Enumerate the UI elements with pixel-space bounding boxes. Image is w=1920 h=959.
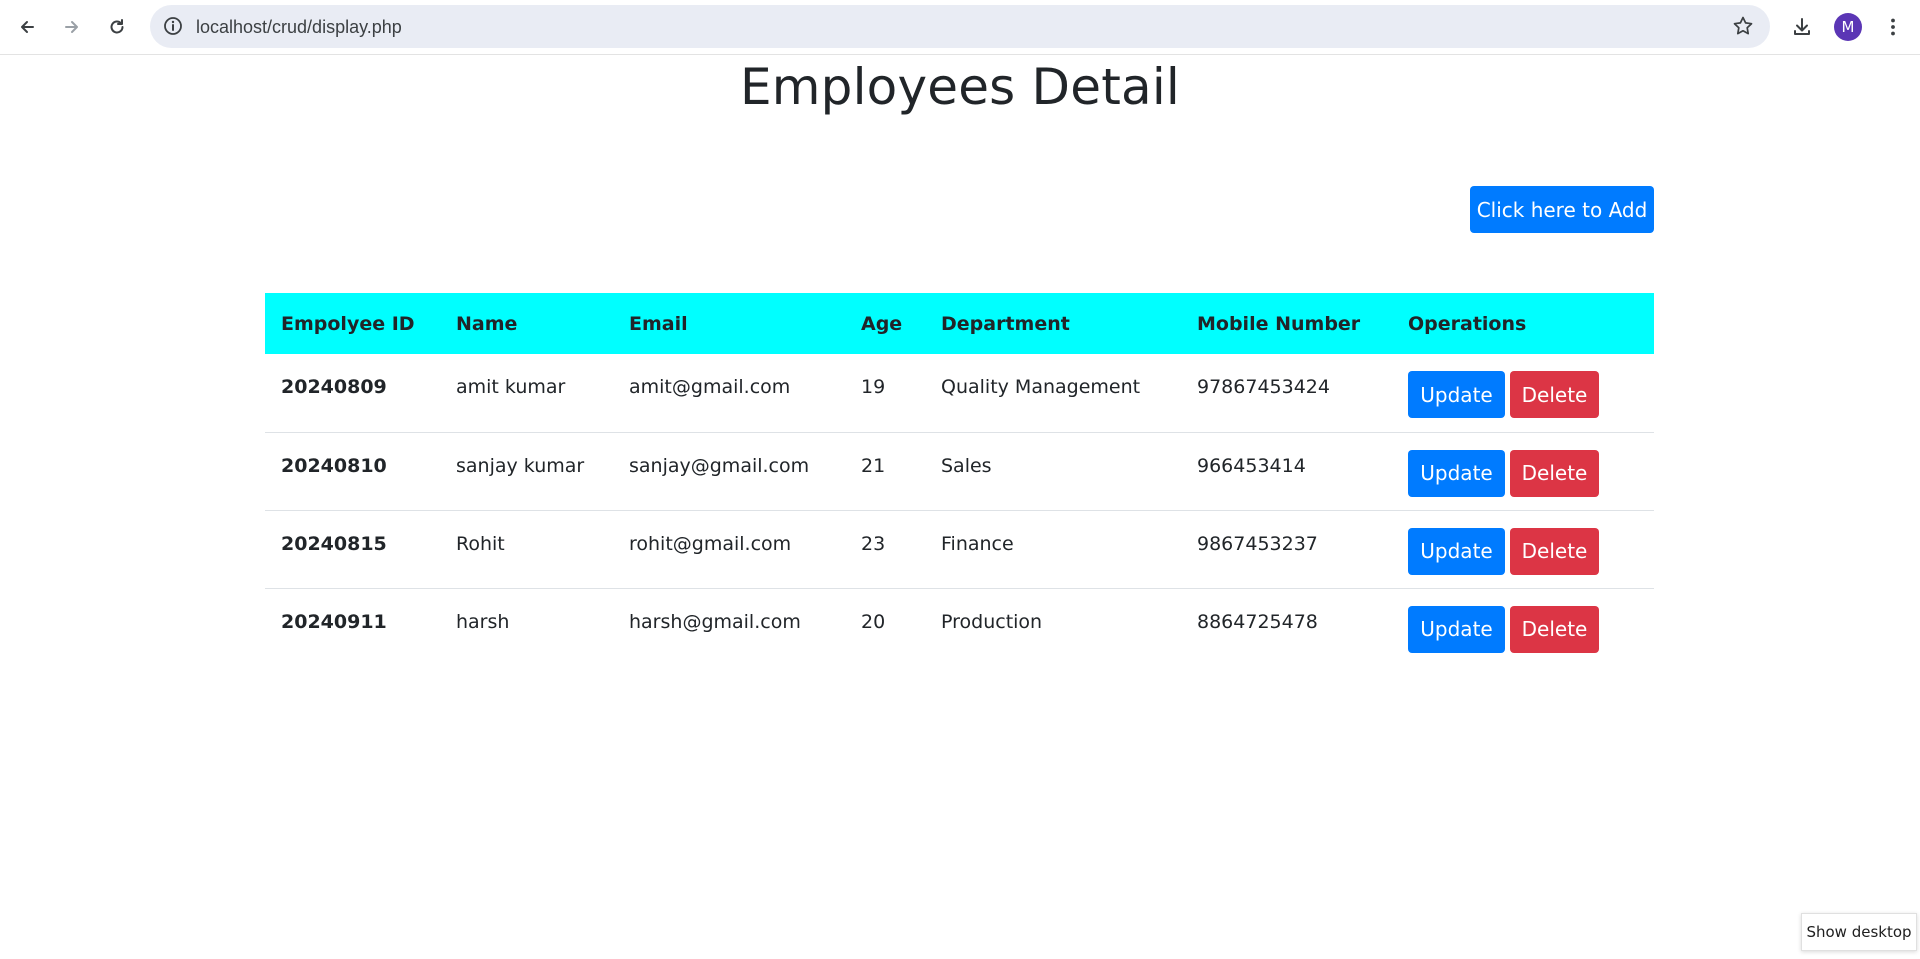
name-cell: sanjay kumar — [456, 454, 585, 477]
reload-button[interactable] — [99, 9, 135, 45]
age-cell: 21 — [861, 454, 886, 477]
employee-id-cell: 20240810 — [281, 454, 387, 477]
department-cell: Sales — [941, 454, 992, 477]
header-mobile-number: Mobile Number — [1197, 312, 1361, 335]
arrow-left-icon — [21, 21, 34, 33]
operations-cell: Update Delete — [1392, 510, 1654, 588]
age-cell: 20 — [861, 610, 886, 633]
header-name: Name — [456, 312, 518, 335]
add-employee-button[interactable]: Click here to Add — [1470, 186, 1654, 233]
info-icon[interactable] — [162, 15, 184, 37]
email-cell: rohit@gmail.com — [629, 532, 792, 555]
url-text[interactable]: localhost/crud/display.php — [196, 17, 402, 38]
back-button[interactable] — [9, 9, 45, 45]
table-row: 20240815 Rohit rohit@gmail.com 23 Financ… — [265, 510, 1654, 588]
operations-cell: Update Delete — [1392, 588, 1654, 666]
operations-cell: Update Delete — [1392, 432, 1654, 510]
update-button[interactable]: Update — [1408, 605, 1505, 653]
header-department: Department — [941, 312, 1070, 335]
age-cell: 19 — [861, 376, 886, 398]
mobile-cell: 8864725478 — [1197, 610, 1318, 633]
avatar[interactable]: M — [1834, 13, 1862, 41]
address-bar[interactable]: localhost/crud/display.php — [150, 5, 1770, 48]
page-title: Employees Detail — [739, 58, 1181, 116]
download-button[interactable] — [1787, 12, 1817, 42]
delete-button[interactable]: Delete — [1510, 527, 1599, 575]
reload-icon — [110, 19, 124, 34]
employees-table: Empolyee ID Name Email Age Department Mo… — [265, 293, 1654, 666]
kebab-menu-icon — [1891, 18, 1895, 36]
mobile-cell: 9867453237 — [1197, 532, 1318, 555]
email-cell: sanjay@gmail.com — [629, 454, 810, 477]
mobile-cell: 966453414 — [1197, 454, 1306, 477]
menu-button[interactable] — [1878, 12, 1908, 42]
header-operations: Operations — [1408, 312, 1527, 335]
email-cell: harsh@gmail.com — [629, 610, 801, 633]
employee-id-cell: 20240911 — [281, 610, 387, 633]
show-desktop-tooltip: Show desktop — [1801, 913, 1917, 951]
table-row: 20240911 harsh harsh@gmail.com 20 Produc… — [265, 588, 1654, 666]
name-cell: amit kumar — [456, 376, 566, 398]
header-email: Email — [629, 312, 688, 335]
header-employee-id: Empolyee ID — [281, 312, 415, 335]
forward-button[interactable] — [54, 9, 90, 45]
employee-id-cell: 20240809 — [281, 376, 387, 398]
department-cell: Quality Management — [941, 376, 1141, 398]
employee-id-cell: 20240815 — [281, 532, 387, 555]
update-button[interactable]: Update — [1408, 527, 1505, 575]
email-cell: amit@gmail.com — [629, 376, 791, 398]
star-icon[interactable] — [1732, 15, 1754, 37]
delete-button[interactable]: Delete — [1510, 371, 1599, 418]
update-button[interactable]: Update — [1408, 371, 1505, 418]
age-cell: 23 — [861, 532, 886, 555]
department-cell: Production — [941, 610, 1043, 633]
download-icon — [1794, 18, 1810, 35]
name-cell: harsh — [456, 610, 510, 633]
mobile-cell: 97867453424 — [1197, 376, 1330, 398]
update-button[interactable]: Update — [1408, 449, 1505, 497]
arrow-right-icon — [65, 21, 78, 33]
table-row: 20240810 sanjay kumar sanjay@gmail.com 2… — [265, 432, 1654, 510]
operations-cell: Update Delete — [1392, 354, 1654, 432]
delete-button[interactable]: Delete — [1510, 605, 1599, 653]
header-age: Age — [861, 312, 903, 335]
table-header-row: Empolyee ID Name Email Age Department Mo… — [265, 293, 1654, 354]
browser-toolbar: localhost/crud/display.php M — [0, 0, 1920, 55]
name-cell: Rohit — [456, 532, 505, 555]
delete-button[interactable]: Delete — [1510, 449, 1599, 497]
department-cell: Finance — [941, 532, 1014, 555]
table-row: 20240809 amit kumar amit@gmail.com 19 Qu… — [265, 354, 1654, 432]
